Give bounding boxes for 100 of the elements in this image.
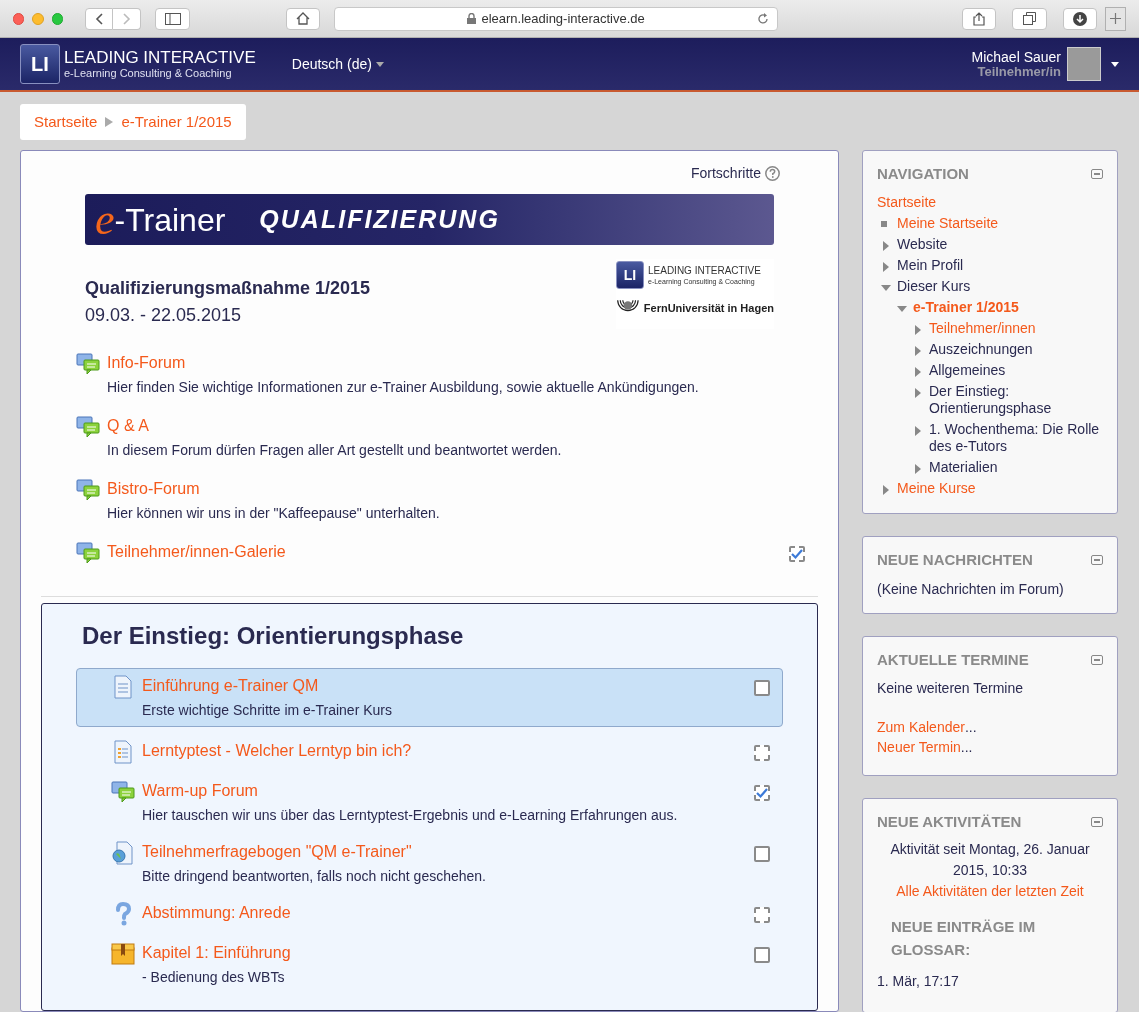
- events-link[interactable]: Neuer Termin: [877, 736, 961, 757]
- activity-link[interactable]: Einführung e-Trainer QM: [142, 675, 747, 697]
- collapse-icon[interactable]: [1091, 169, 1103, 180]
- caret-right-icon[interactable]: [881, 261, 891, 272]
- block-title: NEUE AKTIVITÄTEN: [877, 811, 1022, 832]
- glossary-title: NEUE EINTRÄGE IM GLOSSAR:: [890, 917, 1037, 960]
- speech-bubbles-icon: [76, 352, 100, 376]
- glossary-date: 1. Mär, 17:17: [877, 972, 960, 991]
- completion-checkbox[interactable]: [789, 546, 805, 562]
- caret-right-icon[interactable]: [881, 484, 891, 495]
- breadcrumb-link[interactable]: Startseite: [34, 110, 98, 134]
- activity-link[interactable]: Bistro-Forum: [107, 478, 798, 500]
- plus-icon: [1110, 13, 1121, 24]
- logo-subtitle: e-Learning Consulting & Coaching: [64, 68, 233, 79]
- share-icon: [973, 11, 986, 26]
- activity-description: In diesem Forum dürfen Fragen aller Art gestellt und beantwortet werden.: [107, 441, 563, 460]
- language-menu[interactable]: Deutsch (de): [291, 53, 384, 75]
- collapse-icon[interactable]: [1091, 816, 1103, 827]
- activity-link[interactable]: Teilnehmer/innen-Galerie: [107, 541, 782, 563]
- activity-link[interactable]: Kapitel 1: Einführung: [142, 942, 747, 964]
- navigation-item[interactable]: Dieser Kurs: [897, 277, 971, 295]
- completion-checkbox[interactable]: [754, 785, 770, 801]
- activity-link[interactable]: Warm-up Forum: [142, 780, 747, 802]
- events-text: Keine weiteren Termine: [877, 678, 1025, 698]
- news-text: (Keine Nachrichten im Forum): [877, 581, 1064, 597]
- zoom-window-icon[interactable]: [51, 12, 64, 25]
- activity-description: Bitte dringend beantworten, falls noch nicht geschehen.: [142, 867, 487, 886]
- breadcrumb-link[interactable]: e-Trainer 1/2015: [121, 110, 232, 134]
- activity-link[interactable]: Abstimmung: Anrede: [142, 902, 747, 924]
- block-title: NEUE NACHRICHTEN: [877, 549, 1033, 570]
- user-name[interactable]: Michael Sauer: [971, 49, 1061, 65]
- caret-right-icon[interactable]: [913, 425, 923, 436]
- speech-bubbles-icon: [111, 780, 135, 804]
- ellipsis-text: ...: [960, 737, 973, 757]
- help-icon[interactable]: [765, 166, 780, 181]
- caret-right-icon[interactable]: [913, 366, 923, 377]
- navigation-item[interactable]: e-Trainer 1/2015: [913, 298, 1019, 316]
- activity-description: - Bedienung des WBTs: [142, 968, 286, 987]
- university-name: FernUniversität in Hagen: [643, 300, 774, 316]
- caret-right-icon[interactable]: [881, 240, 891, 251]
- logo-mark: LI: [20, 44, 60, 84]
- share-button[interactable]: [962, 7, 997, 30]
- completion-checkbox[interactable]: [754, 680, 770, 696]
- new-tab-button[interactable]: [1105, 6, 1126, 31]
- collapse-icon[interactable]: [1091, 554, 1103, 565]
- navigation-item[interactable]: Auszeichnungen: [929, 340, 1033, 358]
- back-button[interactable]: [85, 7, 114, 30]
- activity-link[interactable]: Q & A: [107, 415, 798, 437]
- activity-link[interactable]: Lerntyptest - Welcher Lerntyp bin ich?: [142, 740, 747, 762]
- navigation-item[interactable]: Der Einstieg: Orientierungsphase: [929, 382, 1103, 417]
- activity-link[interactable]: Teilnehmerfragebogen "QM e-Trainer": [142, 841, 747, 863]
- navigation-root-link[interactable]: Startseite: [877, 191, 1103, 213]
- minimize-window-icon[interactable]: [32, 12, 44, 25]
- caret-down-icon[interactable]: [1111, 61, 1119, 67]
- logo-title: LEADING INTERACTIVE: [648, 265, 761, 276]
- download-button[interactable]: [1062, 7, 1097, 30]
- avatar-placeholder[interactable]: [1067, 47, 1101, 81]
- navigation-item[interactable]: Allgemeines: [929, 361, 1006, 379]
- activity-link[interactable]: Info-Forum: [107, 352, 798, 374]
- caret-right-icon[interactable]: [913, 345, 923, 356]
- navigation-item[interactable]: Meine Startseite: [897, 214, 999, 232]
- caret-right-icon[interactable]: [913, 463, 923, 474]
- navigation-item[interactable]: Meine Kurse: [897, 479, 976, 497]
- activity-description: Hier tauschen wir uns über das Lerntyptest-Ergebnis und e-Learning Erfahrungen aus.: [142, 806, 679, 825]
- activity-description: Erste wichtige Schritte im e-Trainer Kurs: [142, 701, 393, 720]
- completion-checkbox[interactable]: [754, 745, 770, 761]
- navigation-item[interactable]: Website: [897, 235, 948, 253]
- home-button[interactable]: [285, 7, 320, 30]
- list-document-icon: [111, 740, 135, 764]
- globe-document-icon: [111, 841, 135, 865]
- separator-icon: [105, 117, 114, 127]
- banner-title: -Trainer: [114, 203, 226, 236]
- events-link[interactable]: Zum Kalender: [877, 716, 965, 737]
- speech-bubbles-icon: [76, 415, 100, 439]
- completion-checkbox[interactable]: [754, 907, 770, 923]
- section-title: Der Einstieg: Orientierungsphase: [82, 621, 465, 651]
- caret-right-icon[interactable]: [913, 324, 923, 335]
- completion-checkbox[interactable]: [754, 846, 770, 862]
- download-icon: [1072, 11, 1087, 26]
- navigation-item[interactable]: Mein Profil: [897, 256, 964, 274]
- tabs-button[interactable]: [1012, 7, 1047, 30]
- home-icon: [295, 12, 310, 25]
- all-activities-link[interactable]: Alle Aktivitäten der letzten Zeit: [877, 881, 1103, 902]
- reload-icon[interactable]: [757, 12, 770, 25]
- box-icon: [111, 942, 135, 966]
- forward-button[interactable]: [113, 7, 142, 30]
- logo-title: LEADING INTERACTIVE: [64, 49, 256, 66]
- sidebar-button[interactable]: [155, 7, 190, 30]
- navigation-item[interactable]: Materialien: [929, 458, 998, 476]
- address-bar[interactable]: elearn.leading-interactive.de: [334, 6, 779, 31]
- completion-checkbox[interactable]: [754, 947, 770, 963]
- caret-right-icon[interactable]: [913, 387, 923, 398]
- chevron-left-icon: [95, 12, 104, 25]
- navigation-item[interactable]: Teilnehmer/innen: [929, 319, 1036, 337]
- block-title: AKTUELLE TERMINE: [877, 650, 1029, 670]
- navigation-item[interactable]: 1. Wochenthema: Die Rolle des e-Tutors: [929, 420, 1103, 455]
- progress-label: Fortschritte: [691, 164, 761, 183]
- collapse-icon[interactable]: [1091, 655, 1103, 666]
- banner-subtitle: QUALIFIZIERUNG: [259, 203, 500, 235]
- close-window-icon[interactable]: [13, 12, 25, 25]
